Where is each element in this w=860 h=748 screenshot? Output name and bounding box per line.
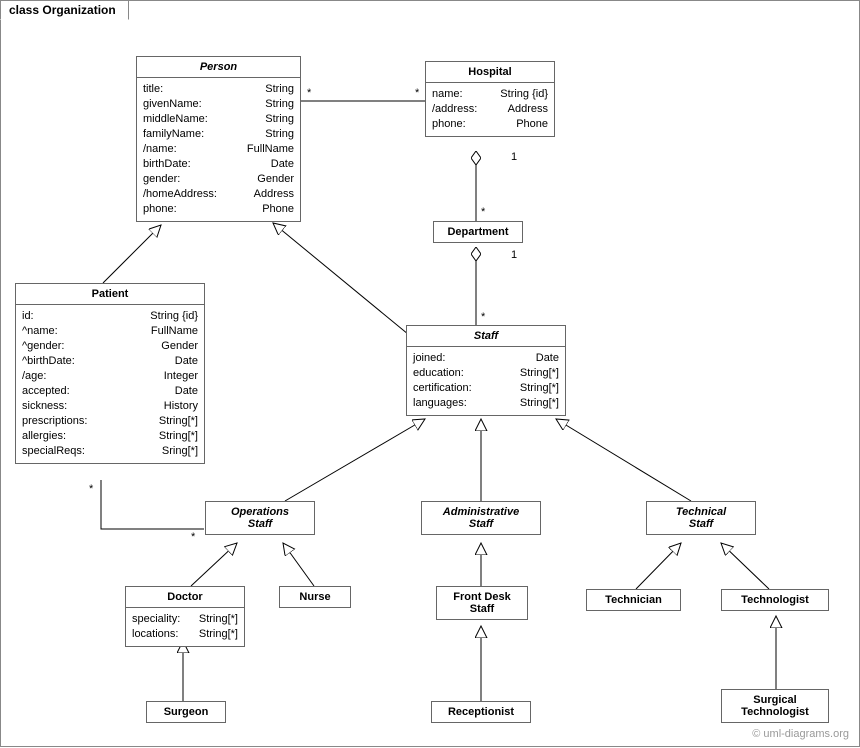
mult-dept-staff-1: 1 bbox=[511, 249, 517, 261]
diagram-frame: class Organization bbox=[0, 0, 860, 747]
class-ops-title2: Staff bbox=[206, 518, 314, 534]
class-tech-title1: Technical bbox=[647, 502, 755, 518]
mult-patient: * bbox=[89, 483, 93, 495]
class-doctor: Doctor speciality:String[*]locations:Str… bbox=[125, 586, 245, 647]
attribute-row: /homeAddress:Address bbox=[143, 187, 294, 202]
attribute-row: /name:FullName bbox=[143, 142, 294, 157]
attribute-row: accepted:Date bbox=[22, 384, 198, 399]
attribute-row: gender:Gender bbox=[143, 172, 294, 187]
attribute-row: /age:Integer bbox=[22, 369, 198, 384]
class-department: Department bbox=[433, 221, 523, 243]
class-patient: Patient id:String {id}^name:FullName^gen… bbox=[15, 283, 205, 464]
class-technologist: Technologist bbox=[721, 589, 829, 611]
mult-hosp-dept-1: 1 bbox=[511, 151, 517, 163]
class-hospital: Hospital name:String {id}/address:Addres… bbox=[425, 61, 555, 137]
class-nurse: Nurse bbox=[279, 586, 351, 608]
class-department-title: Department bbox=[434, 222, 522, 242]
attribute-row: /address:Address bbox=[432, 102, 548, 117]
mult-hospital: * bbox=[415, 87, 419, 99]
class-staff: Staff joined:Dateeducation:String[*]cert… bbox=[406, 325, 566, 416]
class-frontdesk: Front Desk Staff bbox=[436, 586, 528, 620]
mult-ops: * bbox=[191, 531, 195, 543]
attribute-row: certification:String[*] bbox=[413, 381, 559, 396]
attribute-row: joined:Date bbox=[413, 351, 559, 366]
mult-hosp-dept-star: * bbox=[481, 206, 485, 218]
class-tech-title2: Staff bbox=[647, 518, 755, 534]
class-staff-title: Staff bbox=[407, 326, 565, 347]
attribute-row: birthDate:Date bbox=[143, 157, 294, 172]
watermark: © uml-diagrams.org bbox=[752, 728, 849, 740]
class-receptionist: Receptionist bbox=[431, 701, 531, 723]
class-admin-staff: Administrative Staff bbox=[421, 501, 541, 535]
class-surgtech-title1: Surgical bbox=[722, 690, 828, 706]
class-technician: Technician bbox=[586, 589, 681, 611]
class-hospital-title: Hospital bbox=[426, 62, 554, 83]
mult-person: * bbox=[307, 87, 311, 99]
attribute-row: name:String {id} bbox=[432, 87, 548, 102]
class-ops-staff: Operations Staff bbox=[205, 501, 315, 535]
attribute-row: givenName:String bbox=[143, 97, 294, 112]
class-surgical-tech: Surgical Technologist bbox=[721, 689, 829, 723]
attribute-row: familyName:String bbox=[143, 127, 294, 142]
class-surgtech-title2: Technologist bbox=[722, 706, 828, 722]
attribute-row: allergies:String[*] bbox=[22, 429, 198, 444]
class-ops-title1: Operations bbox=[206, 502, 314, 518]
class-doctor-title: Doctor bbox=[126, 587, 244, 608]
class-patient-title: Patient bbox=[16, 284, 204, 305]
mult-dept-staff-star: * bbox=[481, 311, 485, 323]
class-person: Person title:StringgivenName:Stringmiddl… bbox=[136, 56, 301, 222]
attribute-row: phone:Phone bbox=[432, 117, 548, 132]
attribute-row: ^name:FullName bbox=[22, 324, 198, 339]
attribute-row: id:String {id} bbox=[22, 309, 198, 324]
attribute-row: sickness:History bbox=[22, 399, 198, 414]
class-admin-title2: Staff bbox=[422, 518, 540, 534]
attribute-row: title:String bbox=[143, 82, 294, 97]
class-frontdesk-title2: Staff bbox=[437, 603, 527, 619]
class-surgeon: Surgeon bbox=[146, 701, 226, 723]
attribute-row: speciality:String[*] bbox=[132, 612, 238, 627]
class-frontdesk-title1: Front Desk bbox=[437, 587, 527, 603]
attribute-row: phone:Phone bbox=[143, 202, 294, 217]
class-receptionist-title: Receptionist bbox=[432, 702, 530, 722]
class-surgeon-title: Surgeon bbox=[147, 702, 225, 722]
attribute-row: languages:String[*] bbox=[413, 396, 559, 411]
class-admin-title1: Administrative bbox=[422, 502, 540, 518]
attribute-row: prescriptions:String[*] bbox=[22, 414, 198, 429]
class-technologist-title: Technologist bbox=[722, 590, 828, 610]
attribute-row: ^gender:Gender bbox=[22, 339, 198, 354]
attribute-row: specialReqs:Sring[*] bbox=[22, 444, 198, 459]
class-technician-title: Technician bbox=[587, 590, 680, 610]
frame-title-tab: class Organization bbox=[0, 0, 129, 20]
frame-title: class Organization bbox=[9, 3, 116, 17]
attribute-row: ^birthDate:Date bbox=[22, 354, 198, 369]
class-person-title: Person bbox=[137, 57, 300, 78]
attribute-row: education:String[*] bbox=[413, 366, 559, 381]
attribute-row: locations:String[*] bbox=[132, 627, 238, 642]
class-tech-staff: Technical Staff bbox=[646, 501, 756, 535]
class-nurse-title: Nurse bbox=[280, 587, 350, 607]
attribute-row: middleName:String bbox=[143, 112, 294, 127]
